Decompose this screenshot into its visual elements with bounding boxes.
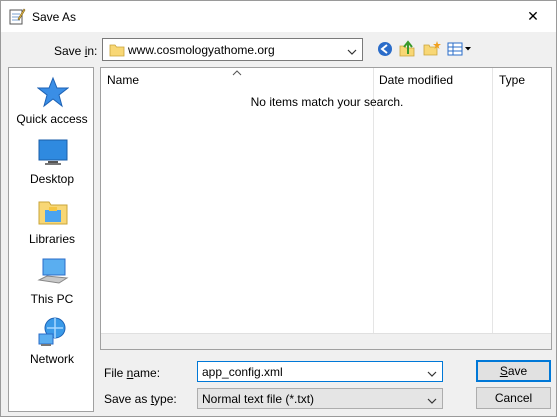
chevron-down-icon	[427, 394, 437, 408]
save-button[interactable]: Save	[476, 360, 551, 382]
sort-ascending-icon	[232, 68, 242, 79]
place-quick-access[interactable]: Quick access	[9, 76, 95, 134]
close-icon: ✕	[527, 8, 539, 24]
place-desktop[interactable]: Desktop	[9, 136, 95, 194]
save-in-dropdown[interactable]: www.cosmologyathome.org	[102, 38, 363, 61]
save-as-dialog: Save As ✕ Save in: www.cosmologyathome.o…	[0, 0, 557, 417]
up-folder-button[interactable]	[397, 39, 419, 61]
places-bar: Quick access Desktop Libraries This PC N…	[8, 67, 94, 412]
star-icon	[36, 76, 70, 108]
place-label: Network	[29, 352, 74, 366]
place-network[interactable]: Network	[9, 316, 95, 374]
desktop-icon	[37, 136, 69, 168]
title-bar: Save As ✕	[1, 1, 556, 32]
file-name-value: app_config.xml	[202, 365, 283, 379]
place-libraries[interactable]: Libraries	[9, 196, 95, 254]
place-label: Desktop	[29, 172, 75, 186]
up-folder-icon	[399, 39, 417, 61]
place-label: Quick access	[16, 112, 88, 126]
file-name-input[interactable]: app_config.xml	[197, 361, 443, 382]
chevron-down-icon[interactable]	[427, 367, 437, 381]
place-label: This PC	[30, 292, 74, 306]
save-in-value: www.cosmologyathome.org	[128, 43, 275, 57]
column-header-date-modified[interactable]: Date modified	[374, 68, 492, 92]
close-button[interactable]: ✕	[510, 1, 556, 32]
save-in-label: Save in:	[54, 44, 98, 58]
horizontal-scrollbar[interactable]	[101, 333, 551, 349]
save-as-type-dropdown[interactable]: Normal text file (*.txt)	[197, 388, 443, 409]
back-button[interactable]	[374, 39, 396, 61]
file-list[interactable]: Name Date modified Type No items match y…	[100, 67, 552, 350]
window-title: Save As	[32, 10, 77, 24]
new-folder-icon	[423, 40, 441, 61]
computer-icon	[37, 256, 69, 288]
chevron-down-icon	[347, 45, 357, 59]
file-name-label: File name:	[104, 366, 161, 380]
empty-message: No items match your search.	[250, 95, 404, 109]
view-menu-icon	[447, 41, 473, 60]
notepad-icon	[8, 7, 26, 25]
network-icon	[37, 316, 69, 348]
folder-icon	[109, 42, 125, 61]
place-label: Libraries	[28, 232, 76, 246]
column-header-name[interactable]: Name	[101, 68, 373, 92]
back-icon	[377, 41, 393, 60]
save-as-type-label: Save as type:	[104, 392, 177, 406]
save-as-type-value: Normal text file (*.txt)	[202, 392, 315, 406]
libraries-icon	[37, 196, 69, 228]
column-header-type[interactable]: Type	[493, 68, 551, 92]
place-this-pc[interactable]: This PC	[9, 256, 95, 314]
cancel-button[interactable]: Cancel	[476, 387, 551, 409]
new-folder-button[interactable]	[421, 39, 443, 61]
view-menu-button[interactable]	[446, 39, 474, 61]
